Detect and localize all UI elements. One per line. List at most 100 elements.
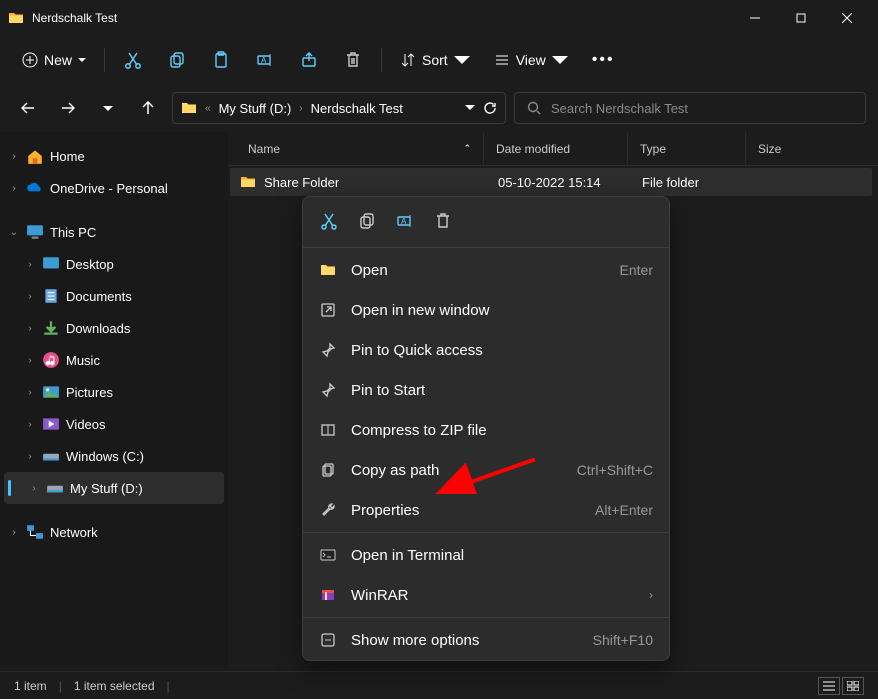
- column-label: Type: [640, 142, 666, 156]
- table-row[interactable]: Share Folder 05-10-2022 15:14 File folde…: [230, 168, 872, 196]
- statusbar: 1 item | 1 item selected |: [0, 671, 878, 699]
- new-label: New: [44, 52, 72, 68]
- copy-icon[interactable]: [357, 211, 377, 231]
- more-button[interactable]: •••: [582, 45, 625, 75]
- sidebar-item-desktop[interactable]: › Desktop: [0, 248, 228, 280]
- chevron-right-icon: ›: [299, 103, 302, 114]
- chevron-down-icon[interactable]: [465, 103, 475, 113]
- caret-icon: ›: [8, 151, 20, 162]
- cut-icon[interactable]: [319, 211, 339, 231]
- maximize-button[interactable]: [778, 2, 824, 34]
- sidebar-item-windows-c[interactable]: › Windows (C:): [0, 440, 228, 472]
- sidebar-label: Documents: [66, 289, 132, 304]
- search-input[interactable]: Search Nerdschalk Test: [514, 92, 866, 124]
- address-bar[interactable]: « My Stuff (D:) › Nerdschalk Test: [172, 92, 506, 124]
- ctx-open-new-window[interactable]: Open in new window: [303, 290, 669, 330]
- sidebar-item-videos[interactable]: › Videos: [0, 408, 228, 440]
- ctx-copy-path[interactable]: Copy as path Ctrl+Shift+C: [303, 450, 669, 490]
- recent-button[interactable]: [92, 92, 124, 124]
- rename-icon[interactable]: A: [395, 211, 415, 231]
- pictures-icon: [42, 383, 60, 401]
- column-size[interactable]: Size: [746, 132, 878, 165]
- separator: |: [59, 679, 62, 693]
- column-label: Size: [758, 142, 781, 156]
- sidebar-item-network[interactable]: › Network: [0, 516, 228, 548]
- delete-icon[interactable]: [333, 42, 373, 78]
- view-button[interactable]: View: [484, 46, 578, 74]
- sidebar-item-documents[interactable]: › Documents: [0, 280, 228, 312]
- up-button[interactable]: [132, 92, 164, 124]
- sidebar-label: My Stuff (D:): [70, 481, 143, 496]
- column-type[interactable]: Type: [628, 132, 746, 165]
- pin-icon: [319, 341, 337, 359]
- ctx-open-terminal[interactable]: Open in Terminal: [303, 535, 669, 575]
- thumbnails-view-button[interactable]: [842, 677, 864, 695]
- sidebar-item-thispc[interactable]: ⌄ This PC: [0, 216, 228, 248]
- sidebar-item-downloads[interactable]: › Downloads: [0, 312, 228, 344]
- caret-icon: ›: [24, 291, 36, 302]
- ctx-winrar[interactable]: WinRAR ›: [303, 575, 669, 615]
- caret-icon: ›: [24, 323, 36, 334]
- ctx-hint: Shift+F10: [593, 632, 653, 648]
- drive-icon: [46, 479, 64, 497]
- folder-icon: [8, 10, 24, 26]
- status-selected: 1 item selected: [74, 679, 155, 693]
- home-icon: [26, 147, 44, 165]
- share-icon[interactable]: [289, 42, 329, 78]
- ctx-show-more[interactable]: Show more options Shift+F10: [303, 620, 669, 660]
- videos-icon: [42, 415, 60, 433]
- caret-icon: ›: [28, 483, 40, 494]
- column-date[interactable]: Date modified: [484, 132, 628, 165]
- sidebar-label: This PC: [50, 225, 96, 240]
- sidebar-item-music[interactable]: › Music: [0, 344, 228, 376]
- ctx-label: Open in Terminal: [351, 547, 653, 564]
- sidebar-item-onedrive[interactable]: › OneDrive - Personal: [0, 172, 228, 204]
- rename-icon[interactable]: A: [245, 42, 285, 78]
- row-name: Share Folder: [264, 175, 339, 190]
- caret-icon: ›: [8, 527, 20, 538]
- breadcrumb-1[interactable]: My Stuff (D:): [219, 101, 292, 116]
- forward-button[interactable]: [52, 92, 84, 124]
- ctx-compress-zip[interactable]: Compress to ZIP file: [303, 410, 669, 450]
- cloud-icon: [26, 179, 44, 197]
- context-quick-actions: A: [303, 197, 669, 245]
- copy-icon[interactable]: [157, 42, 197, 78]
- caret-icon: ⌄: [8, 227, 20, 238]
- ctx-hint: Enter: [620, 262, 653, 278]
- sidebar-label: Music: [66, 353, 100, 368]
- zip-icon: [319, 421, 337, 439]
- sort-arrow-icon: ⌃: [463, 143, 471, 154]
- close-button[interactable]: [824, 2, 870, 34]
- minimize-button[interactable]: [732, 2, 778, 34]
- ctx-label: Pin to Quick access: [351, 342, 653, 359]
- back-button[interactable]: [12, 92, 44, 124]
- ctx-label: WinRAR: [351, 587, 635, 604]
- cell-name: Share Folder: [230, 174, 486, 190]
- delete-icon[interactable]: [433, 211, 453, 231]
- more-icon: [319, 631, 337, 649]
- sidebar-item-mystuff-d[interactable]: › My Stuff (D:): [4, 472, 224, 504]
- breadcrumb-2[interactable]: Nerdschalk Test: [311, 101, 403, 116]
- ctx-properties[interactable]: Properties Alt+Enter: [303, 490, 669, 530]
- sidebar-item-home[interactable]: › Home: [0, 140, 228, 172]
- column-name[interactable]: Name ⌃: [228, 132, 484, 165]
- column-label: Date modified: [496, 142, 570, 156]
- refresh-icon[interactable]: [483, 101, 497, 115]
- winrar-icon: [319, 586, 337, 604]
- svg-text:A: A: [261, 56, 267, 65]
- cut-icon[interactable]: [113, 42, 153, 78]
- sort-button[interactable]: Sort: [390, 46, 480, 74]
- paste-icon[interactable]: [201, 42, 241, 78]
- details-view-button[interactable]: [818, 677, 840, 695]
- ctx-pin-quick-access[interactable]: Pin to Quick access: [303, 330, 669, 370]
- ctx-pin-start[interactable]: Pin to Start: [303, 370, 669, 410]
- music-icon: [42, 351, 60, 369]
- ctx-hint: Alt+Enter: [595, 502, 653, 518]
- titlebar: Nerdschalk Test: [0, 0, 878, 36]
- new-button[interactable]: New: [12, 46, 96, 74]
- separator: [303, 617, 669, 618]
- sidebar-label: Windows (C:): [66, 449, 144, 464]
- ctx-label: Open in new window: [351, 302, 653, 319]
- sidebar-item-pictures[interactable]: › Pictures: [0, 376, 228, 408]
- ctx-open[interactable]: Open Enter: [303, 250, 669, 290]
